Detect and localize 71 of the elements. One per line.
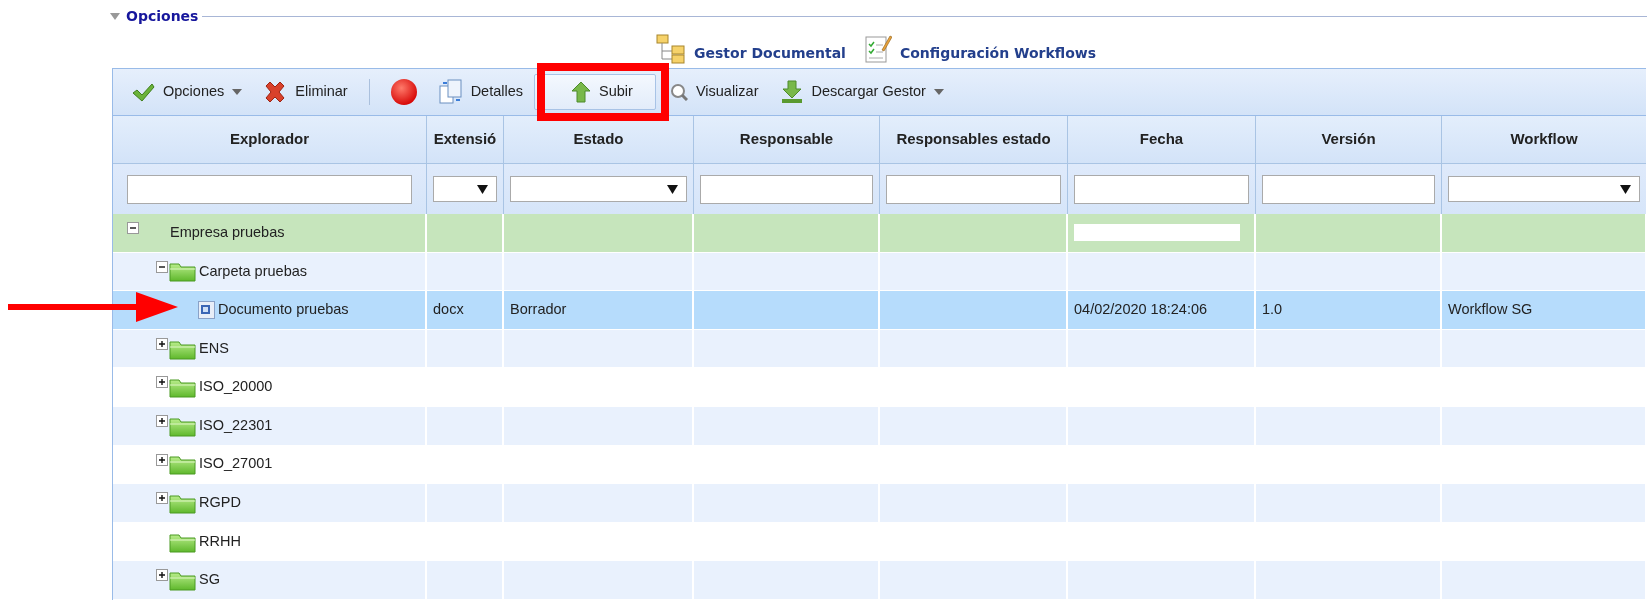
- document-name: Documento pruebas: [218, 300, 349, 320]
- expand-icon[interactable]: [156, 414, 168, 427]
- filter-field[interactable]: [700, 174, 873, 204]
- expand-icon[interactable]: [156, 337, 168, 350]
- record-icon: [389, 78, 418, 106]
- folder-name: ISO_22301: [199, 415, 273, 435]
- column-header[interactable]: Workflow: [1442, 116, 1646, 164]
- folder-icon: [169, 376, 197, 399]
- tree-row[interactable]: RGPD: [113, 484, 1646, 523]
- tree-row[interactable]: Empresa pruebas: [113, 214, 1646, 253]
- tree-row[interactable]: Carpeta pruebas: [113, 252, 1646, 292]
- documents-icon: [438, 79, 463, 105]
- table-cell-text: 1.0: [1262, 300, 1283, 320]
- table-cell-text: Borrador: [510, 300, 567, 320]
- folder-name: Carpeta pruebas: [199, 261, 307, 281]
- filter-dropdown[interactable]: [433, 176, 497, 202]
- table-cell-text: 04/02/2020 18:24:06: [1074, 300, 1208, 320]
- upload-icon: [571, 81, 592, 103]
- collapse-triangle-icon: [110, 12, 120, 20]
- tree-row[interactable]: SG: [113, 561, 1646, 600]
- filter-field[interactable]: [127, 174, 412, 204]
- check-icon: [131, 82, 155, 102]
- document-icon: [198, 301, 215, 319]
- toolbar-button[interactable]: Opciones: [121, 77, 253, 107]
- column-header[interactable]: Explorador: [113, 116, 427, 164]
- header-link[interactable]: Gestor Documental: [656, 34, 846, 68]
- collapse-icon[interactable]: [127, 222, 139, 234]
- folder-name: Empresa pruebas: [170, 222, 285, 242]
- expand-icon[interactable]: [156, 376, 168, 389]
- column-header[interactable]: Responsable: [694, 116, 880, 164]
- table-cell-text: Workflow SG: [1448, 300, 1533, 320]
- column-header[interactable]: Responsables estado: [880, 116, 1068, 164]
- toolbar-button[interactable]: Visualizar: [659, 77, 769, 107]
- filter-field[interactable]: [1074, 174, 1249, 204]
- folder-name: RGPD: [199, 493, 241, 513]
- date-field[interactable]: [1074, 224, 1240, 242]
- column-header[interactable]: Versión: [1256, 116, 1442, 164]
- folder-icon: [169, 569, 197, 592]
- expand-icon[interactable]: [156, 453, 168, 466]
- toolbar-button[interactable]: Eliminar: [253, 77, 358, 107]
- table-cell-text: docx: [433, 300, 464, 320]
- collapse-icon[interactable]: [156, 260, 168, 273]
- folder-name: ISO_20000: [199, 377, 273, 397]
- column-header[interactable]: Estado: [504, 116, 694, 164]
- download-icon: [779, 80, 804, 104]
- tree-row[interactable]: ISO_22301: [113, 406, 1646, 446]
- tree-icon: [656, 34, 686, 64]
- folder-name: ISO_27001: [199, 454, 273, 474]
- dropdown-arrow-icon: [477, 184, 488, 194]
- toolbar-button[interactable]: Descargar Gestor: [769, 76, 954, 108]
- column-header[interactable]: Fecha: [1068, 116, 1256, 164]
- dropdown-arrow-icon: [667, 184, 678, 194]
- folder-icon: [169, 453, 197, 476]
- tree-row[interactable]: Documento pruebas docx Borrador 04/02/2020 18:24:06 1.0 Workflow SG: [113, 291, 1646, 330]
- folder-name: RRHH: [199, 531, 241, 551]
- expand-icon[interactable]: [156, 492, 168, 505]
- section-title: Opciones: [126, 6, 199, 26]
- dropdown-arrow-icon: [1620, 184, 1631, 194]
- folder-icon: [169, 260, 197, 283]
- folder-name: SG: [199, 570, 220, 590]
- filter-field[interactable]: [1262, 174, 1435, 204]
- expand-icon[interactable]: [156, 569, 168, 582]
- folder-name: ENS: [199, 338, 229, 358]
- column-header[interactable]: Extensió: [427, 116, 504, 164]
- search-icon: [669, 83, 688, 101]
- tree-row[interactable]: ENS: [113, 329, 1646, 369]
- toolbar-button[interactable]: Detalles: [428, 75, 534, 109]
- header-link[interactable]: Configuración Workflows: [863, 34, 1097, 68]
- toolbar-button[interactable]: Subir: [534, 74, 656, 110]
- filter-field[interactable]: [886, 174, 1061, 204]
- checklist-icon: [863, 34, 892, 64]
